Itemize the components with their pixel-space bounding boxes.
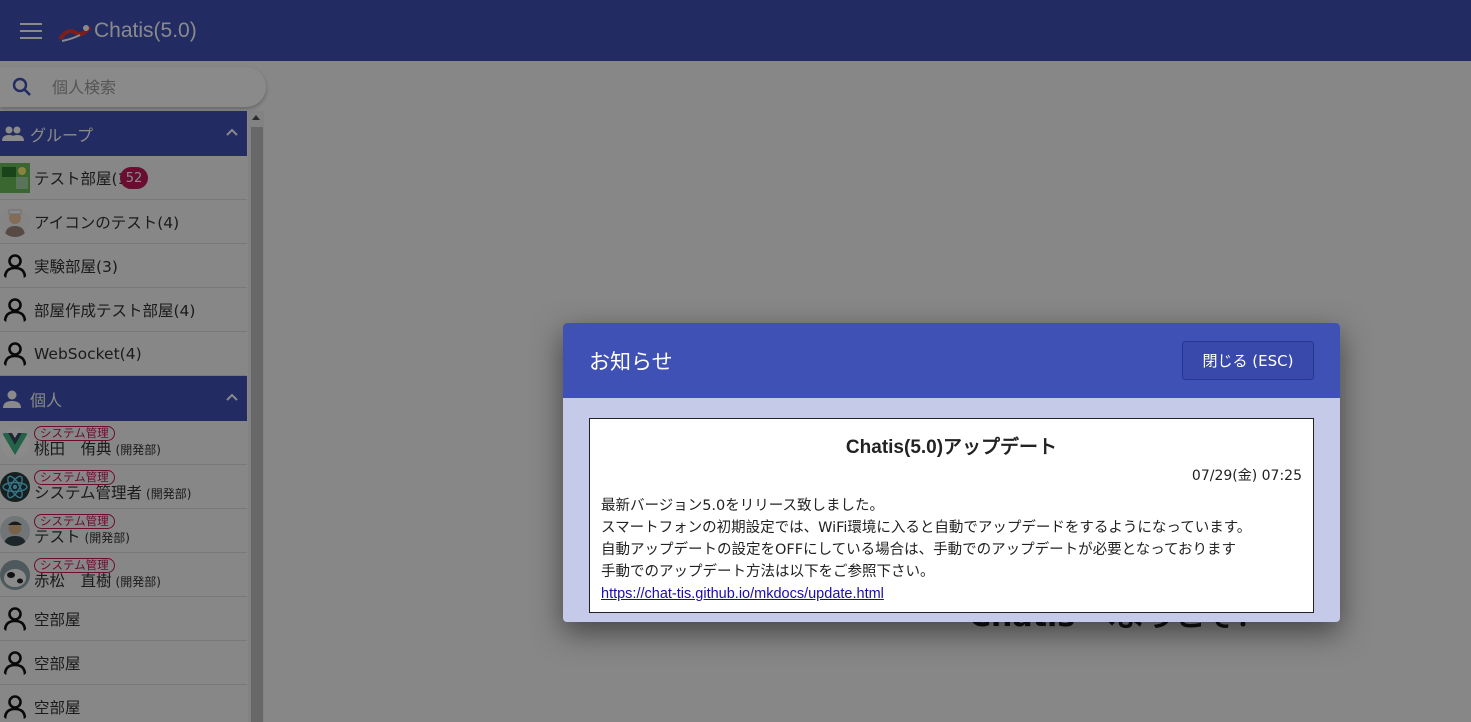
notice-line: 自動アップデートの設定をOFFにしている場合は、手動でのアップデートが必要となっ…: [601, 542, 1237, 558]
notice-card: Chatis(5.0)アップデート 07/29(金) 07:25 最新バージョン…: [589, 418, 1314, 613]
dialog-header: お知らせ 閉じる (ESC): [563, 323, 1340, 398]
notice-dialog: お知らせ 閉じる (ESC) Chatis(5.0)アップデート 07/29(金…: [563, 323, 1340, 622]
close-button[interactable]: 閉じる (ESC): [1182, 341, 1314, 380]
notice-line: スマートフォンの初期設定では、WiFi環境に入ると自動でアップデードをするように…: [601, 520, 1252, 536]
notice-title: Chatis(5.0)アップデート: [845, 437, 1058, 458]
dialog-title: お知らせ: [589, 349, 673, 374]
notice-date: 07/29(金) 07:25: [1191, 468, 1302, 484]
notice-body: 最新バージョン5.0をリリース致しました。 スマートフォンの初期設定では、WiF…: [601, 495, 1313, 605]
notice-line: 最新バージョン5.0をリリース致しました。: [601, 498, 885, 514]
update-guide-link[interactable]: https://chat-tis.github.io/mkdocs/update…: [601, 586, 884, 602]
notice-line: 手動でのアップデート方法は以下をご参照下さい。: [601, 564, 935, 580]
